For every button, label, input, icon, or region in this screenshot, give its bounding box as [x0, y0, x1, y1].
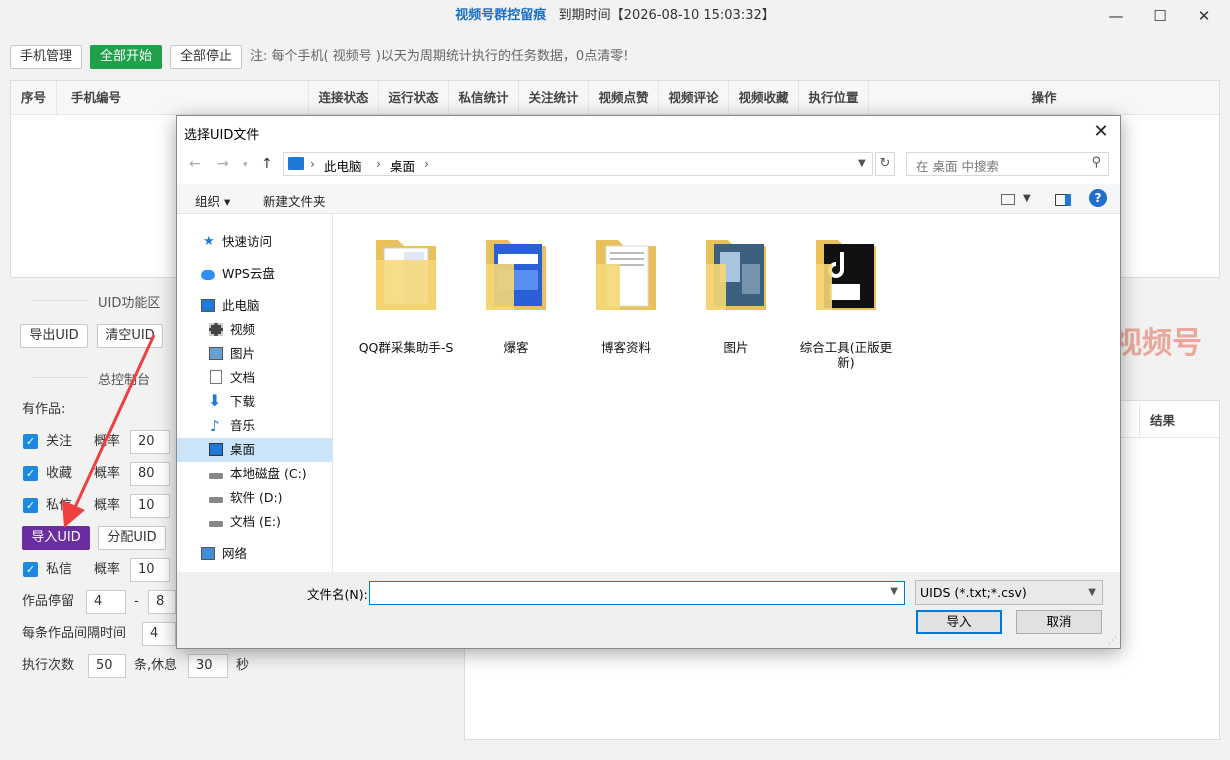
computer-icon: [288, 157, 304, 170]
nav-item-videos[interactable]: 视频: [177, 318, 333, 342]
nav-item-network[interactable]: 网络: [177, 542, 333, 566]
nav-item-label: WPS云盘: [222, 266, 275, 281]
navigation-pane: ★ 快速访问 WPS云盘 此电脑 视频 图片 文档 ⬇ 下载 ♪ 音乐 桌面 本…: [177, 214, 333, 572]
history-dropdown-icon[interactable]: ▾: [243, 160, 248, 170]
dialog-bottom-bar: 文件名(N): ▼ UIDS (*.txt;*.csv) ▼ 导入 取消 ⋰: [177, 572, 1120, 648]
nav-item-label: 网络: [222, 546, 248, 561]
nav-item-drive-c[interactable]: 本地磁盘 (C:): [177, 462, 333, 486]
computer-icon: [201, 299, 215, 312]
download-icon: ⬇: [208, 391, 222, 410]
nav-item-label: 此电脑: [222, 298, 260, 313]
nav-item-label: 文档: [230, 370, 256, 385]
back-icon[interactable]: ←: [189, 156, 201, 172]
nav-item-music[interactable]: ♪ 音乐: [177, 414, 333, 438]
file-list: QQ群采集助手-S 爆客 博客资料 图片 综合工具(正版更新): [334, 214, 1120, 570]
desktop-icon: [209, 443, 223, 456]
refresh-icon[interactable]: ↻: [875, 152, 895, 176]
cancel-button[interactable]: 取消: [1016, 610, 1102, 634]
folder-name: 图片: [723, 340, 749, 355]
nav-item-label: 软件 (D:): [230, 490, 283, 505]
view-options-icon[interactable]: [1001, 194, 1015, 205]
nav-item-label: 快速访问: [222, 234, 273, 249]
nav-item-quick-access[interactable]: ★ 快速访问: [177, 230, 333, 254]
star-icon: ★: [203, 234, 215, 249]
breadcrumb-item[interactable]: 桌面: [390, 156, 415, 175]
chevron-down-icon[interactable]: ▼: [858, 158, 866, 169]
drive-icon: [209, 473, 223, 479]
drive-icon: [209, 521, 223, 527]
nav-item-label: 桌面: [230, 442, 256, 457]
filetype-value: UIDS (*.txt;*.csv): [920, 585, 1027, 600]
close-icon: ✕: [1093, 121, 1109, 142]
search-input[interactable]: 在 桌面 中搜索 ⚲: [906, 152, 1109, 176]
help-icon[interactable]: ?: [1089, 189, 1107, 207]
picture-icon: [209, 347, 223, 360]
forward-icon[interactable]: →: [217, 156, 229, 172]
folder-name: 爆客: [503, 340, 529, 355]
network-icon: [201, 547, 215, 560]
breadcrumb-item[interactable]: 此电脑: [324, 156, 362, 175]
nav-item-label: 下载: [230, 394, 256, 409]
folder-name: 博客资料: [600, 340, 651, 355]
filename-label: 文件名(N):: [307, 587, 368, 602]
resize-grip-icon[interactable]: ⋰: [1108, 636, 1117, 646]
address-bar[interactable]: › 此电脑 › 桌面 › ▼: [283, 152, 873, 176]
nav-item-label: 音乐: [230, 418, 256, 433]
folder-icon: [706, 240, 766, 310]
video-icon: [209, 323, 223, 336]
chevron-down-icon[interactable]: ▼: [890, 586, 898, 597]
dialog-toolbar: 组织 ▾ 新建文件夹 ▼ ?: [177, 184, 1120, 214]
nav-item-wps-cloud[interactable]: WPS云盘: [177, 262, 333, 286]
document-icon: [210, 370, 222, 384]
nav-item-desktop[interactable]: 桌面: [177, 438, 333, 462]
import-button[interactable]: 导入: [916, 610, 1002, 634]
filename-input[interactable]: ▼: [369, 581, 905, 605]
dialog-close-button[interactable]: ✕: [1088, 119, 1114, 145]
nav-item-drive-d[interactable]: 软件 (D:): [177, 486, 333, 510]
nav-item-label: 文档 (E:): [230, 514, 281, 529]
nav-item-downloads[interactable]: ⬇ 下载: [177, 390, 333, 414]
folder-icon: [596, 240, 656, 310]
nav-item-pictures[interactable]: 图片: [177, 342, 333, 366]
nav-item-label: 图片: [230, 346, 256, 361]
preview-pane-icon[interactable]: [1055, 194, 1071, 206]
search-icon: ⚲: [1091, 155, 1101, 170]
folder-icon: [486, 240, 546, 310]
chevron-down-icon[interactable]: ▼: [1023, 193, 1031, 204]
filetype-select[interactable]: UIDS (*.txt;*.csv) ▼: [915, 580, 1103, 605]
cloud-icon: [201, 270, 215, 280]
folder-icon: [376, 240, 436, 310]
file-dialog: 选择UID文件 ✕ ← → ▾ ↑ › 此电脑 › 桌面 › ▼ ↻ 在 桌面 …: [176, 115, 1121, 649]
nav-item-label: 视频: [230, 322, 256, 337]
search-placeholder: 在 桌面 中搜索: [916, 159, 999, 174]
chevron-down-icon: ▼: [1088, 587, 1096, 598]
nav-item-label: 本地磁盘 (C:): [230, 466, 307, 481]
new-folder-button[interactable]: 新建文件夹: [263, 191, 326, 210]
dialog-title: 选择UID文件: [184, 128, 260, 143]
nav-item-this-pc[interactable]: 此电脑: [177, 294, 333, 318]
folder-name: QQ群采集助手-S: [358, 340, 454, 355]
nav-item-documents[interactable]: 文档: [177, 366, 333, 390]
drive-icon: [209, 497, 223, 503]
music-icon: ♪: [210, 417, 220, 435]
nav-item-drive-e[interactable]: 文档 (E:): [177, 510, 333, 534]
folder-name: 综合工具(正版更新): [799, 340, 893, 370]
up-icon[interactable]: ↑: [261, 156, 273, 172]
folder-icon: [816, 240, 876, 310]
organize-button[interactable]: 组织 ▾: [195, 191, 230, 210]
